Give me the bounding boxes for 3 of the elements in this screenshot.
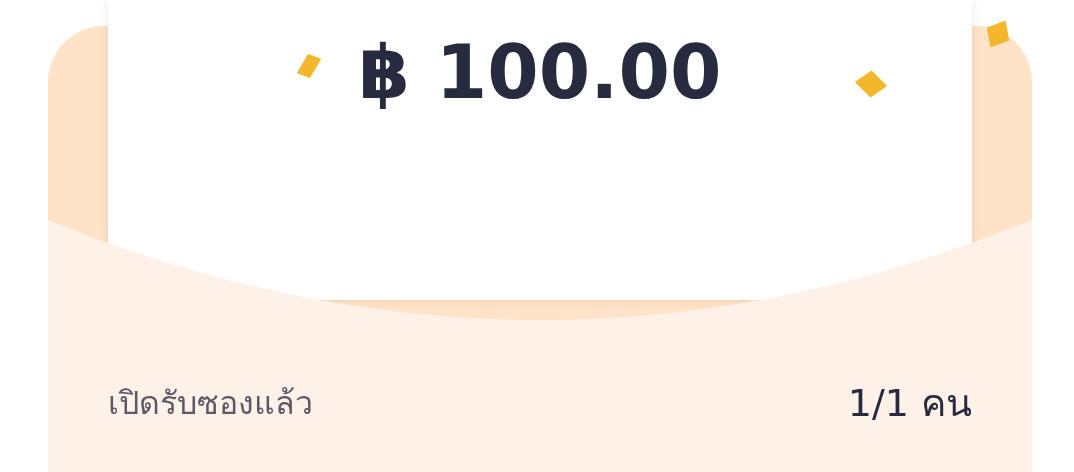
amount: ฿ 100.00: [358, 30, 722, 117]
row-label: เปิดรับซองแล้ว: [108, 383, 313, 424]
row-value: 1/1 คน: [847, 379, 972, 427]
